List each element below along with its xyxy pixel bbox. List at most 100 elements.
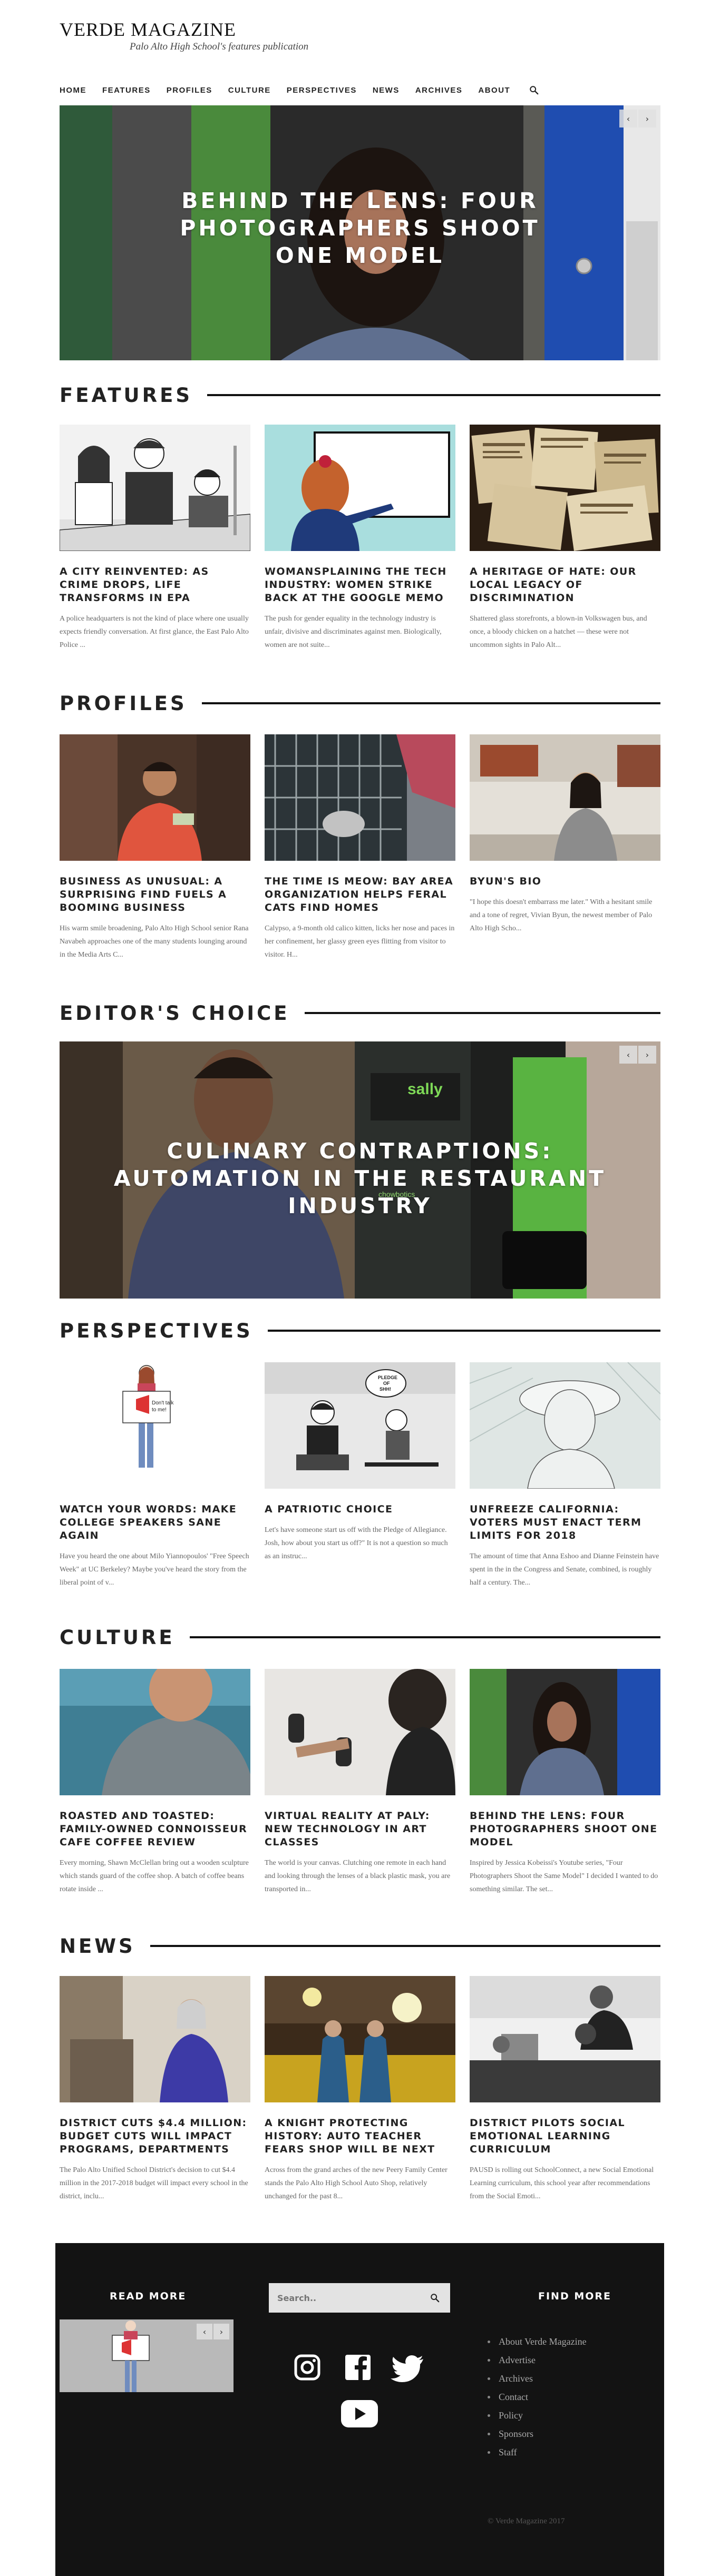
hero-caption[interactable]: BEHIND THE LENS: FOUR PHOTOGRAPHERS SHOO…: [60, 187, 660, 269]
editors-choice-caption[interactable]: CULINARY CONTRAPTIONS: AUTOMATION IN THE…: [60, 1137, 660, 1220]
article-excerpt: "I hope this doesn't embarrass me later.…: [470, 898, 653, 932]
nav-culture[interactable]: CULTURE: [228, 86, 271, 95]
editors-choice-slider[interactable]: sally chowbotics ‹ › CULINARY CONTRAPTIO…: [60, 1041, 660, 1299]
nav-about[interactable]: ABOUT: [478, 86, 510, 95]
nav-perspectives[interactable]: PERSPECTIVES: [287, 86, 357, 95]
nav-news[interactable]: NEWS: [373, 86, 400, 95]
article-title[interactable]: DISTRICT CUTS $4.4 MILLION: BUDGET CUTS …: [60, 2117, 250, 2156]
article-card[interactable]: BUSINESS AS UNUSUAL: A SURPRISING FIND F…: [60, 734, 250, 961]
footer-links: About Verde Magazine Advertise Archives …: [488, 2333, 587, 2462]
article-title[interactable]: BYUN'S BIO: [470, 875, 660, 888]
article-thumbnail[interactable]: Don't talk to me!: [60, 1362, 250, 1489]
search-icon[interactable]: [529, 85, 539, 95]
hero-slider[interactable]: ‹ › BEHIND THE LENS: FOUR PHOTOGRAPHERS …: [60, 105, 660, 360]
footer-link-policy[interactable]: Policy: [488, 2406, 587, 2425]
section-divider: [189, 1636, 660, 1638]
features-cards: A CITY REINVENTED: AS CRIME DROPS, LIFE …: [59, 425, 660, 652]
article-thumbnail[interactable]: PLEDGE OF SHH!: [265, 1362, 455, 1489]
nav-profiles[interactable]: PROFILES: [167, 86, 212, 95]
article-thumbnail[interactable]: [265, 1669, 455, 1795]
article-card[interactable]: BYUN'S BIO "I hope this doesn't embarras…: [470, 734, 660, 961]
article-card[interactable]: DISTRICT CUTS $4.4 MILLION: BUDGET CUTS …: [60, 1976, 250, 2203]
article-card[interactable]: UNFREEZE CALIFORNIA: VOTERS MUST ENACT T…: [469, 1362, 661, 1589]
instagram-icon[interactable]: [293, 2353, 322, 2382]
article-title[interactable]: DISTRICT PILOTS SOCIAL EMOTIONAL LEARNIN…: [470, 2117, 660, 2156]
read-more-slider[interactable]: ‹ ›: [60, 2319, 233, 2392]
section-title[interactable]: PERSPECTIVES: [60, 1320, 253, 1342]
nav-features[interactable]: FEATURES: [102, 86, 151, 95]
article-card[interactable]: PLEDGE OF SHH! A PATRIOTIC CHOICE Let's …: [265, 1362, 455, 1589]
nav-archives[interactable]: ARCHIVES: [415, 86, 463, 95]
article-thumbnail[interactable]: [265, 425, 455, 551]
nav-home[interactable]: HOME: [60, 86, 86, 95]
article-excerpt: PAUSD is rolling out SchoolConnect, a ne…: [470, 2166, 654, 2200]
article-thumbnail[interactable]: [60, 1976, 250, 2102]
article-title[interactable]: A PATRIOTIC CHOICE: [265, 1503, 455, 1516]
article-title[interactable]: BUSINESS AS UNUSUAL: A SURPRISING FIND F…: [60, 875, 250, 915]
article-thumbnail[interactable]: [265, 734, 455, 861]
article-card[interactable]: WOMANSPLAINING THE TECH INDUSTRY: WOMEN …: [265, 425, 455, 652]
article-card[interactable]: DISTRICT PILOTS SOCIAL EMOTIONAL LEARNIN…: [470, 1976, 660, 2203]
article-thumbnail[interactable]: [59, 425, 251, 552]
footer-link-advertise[interactable]: Advertise: [488, 2351, 587, 2369]
section-title[interactable]: FEATURES: [60, 384, 192, 407]
article-excerpt: Inspired by Jessica Kobeissi's Youtube s…: [470, 1859, 658, 1893]
article-excerpt: A police headquarters is not the kind of…: [60, 615, 249, 649]
article-card[interactable]: BEHIND THE LENS: FOUR PHOTOGRAPHERS SHOO…: [470, 1669, 660, 1896]
facebook-icon[interactable]: [343, 2353, 373, 2382]
article-card[interactable]: Don't talk to me! WATCH YOUR WORDS: MAKE…: [60, 1362, 250, 1589]
section-title[interactable]: CULTURE: [60, 1626, 175, 1649]
footer-search-input[interactable]: [277, 2293, 430, 2303]
article-thumbnail[interactable]: [265, 1976, 455, 2102]
search-icon[interactable]: [430, 2293, 440, 2303]
section-divider: [304, 1012, 660, 1014]
article-title[interactable]: A HERITAGE OF HATE: OUR LOCAL LEGACY OF …: [470, 565, 660, 605]
site-logo[interactable]: VERDE MAGAZINE: [60, 19, 308, 40]
article-thumbnail[interactable]: [470, 1976, 660, 2102]
article-card[interactable]: VIRTUAL REALITY AT PALY: NEW TECHNOLOGY …: [265, 1669, 455, 1896]
article-title[interactable]: WOMANSPLAINING THE TECH INDUSTRY: WOMEN …: [265, 565, 455, 605]
footer-link-archives[interactable]: Archives: [488, 2369, 587, 2388]
main-nav: HOME FEATURES PROFILES CULTURE PERSPECTI…: [60, 82, 660, 98]
article-thumbnail[interactable]: [470, 425, 660, 551]
article-title[interactable]: BEHIND THE LENS: FOUR PHOTOGRAPHERS SHOO…: [470, 1810, 660, 1849]
section-title[interactable]: NEWS: [60, 1935, 135, 1958]
twitter-icon[interactable]: [391, 2354, 424, 2383]
editors-choice-sign: sally: [407, 1080, 443, 1098]
article-title[interactable]: VIRTUAL REALITY AT PALY: NEW TECHNOLOGY …: [265, 1810, 455, 1849]
article-card[interactable]: A KNIGHT PROTECTING HISTORY: AUTO TEACHE…: [265, 1976, 455, 2203]
article-title[interactable]: THE TIME IS MEOW: BAY AREA ORGANIZATION …: [265, 875, 455, 915]
article-thumbnail[interactable]: [470, 1669, 660, 1795]
article-thumbnail[interactable]: [60, 734, 250, 861]
sign-text-line-2: to me!: [152, 1407, 167, 1413]
section-title[interactable]: EDITOR'S CHOICE: [60, 1002, 290, 1025]
slider-next-button[interactable]: ›: [638, 110, 656, 127]
article-thumbnail[interactable]: [470, 734, 660, 861]
article-card[interactable]: THE TIME IS MEOW: BAY AREA ORGANIZATION …: [265, 734, 455, 961]
section-title[interactable]: PROFILES: [60, 692, 187, 715]
article-card[interactable]: A HERITAGE OF HATE: OUR LOCAL LEGACY OF …: [470, 425, 660, 652]
copyright: © Verde Magazine 2017: [488, 2517, 565, 2525]
article-title[interactable]: WATCH YOUR WORDS: MAKE COLLEGE SPEAKERS …: [60, 1503, 250, 1542]
slider-prev-button[interactable]: ‹: [197, 2324, 212, 2339]
article-title[interactable]: A CITY REINVENTED: AS CRIME DROPS, LIFE …: [60, 565, 250, 605]
footer-link-contact[interactable]: Contact: [488, 2388, 587, 2406]
footer-link-staff[interactable]: Staff: [488, 2443, 587, 2462]
slider-next-button[interactable]: ›: [638, 1046, 656, 1064]
article-excerpt: Across from the grand arches of the new …: [265, 2166, 447, 2200]
article-thumbnail[interactable]: [469, 1362, 661, 1489]
article-title[interactable]: ROASTED AND TOASTED: FAMILY-OWNED CONNOI…: [60, 1810, 250, 1849]
article-title[interactable]: UNFREEZE CALIFORNIA: VOTERS MUST ENACT T…: [470, 1503, 660, 1542]
article-card[interactable]: ROASTED AND TOASTED: FAMILY-OWNED CONNOI…: [60, 1658, 250, 1896]
article-title[interactable]: A KNIGHT PROTECTING HISTORY: AUTO TEACHE…: [265, 2117, 455, 2156]
footer-link-sponsors[interactable]: Sponsors: [488, 2425, 587, 2443]
slider-prev-button[interactable]: ‹: [619, 1046, 637, 1064]
youtube-icon[interactable]: [341, 2400, 378, 2427]
slider-prev-button[interactable]: ‹: [619, 110, 637, 127]
culture-cards: ROASTED AND TOASTED: FAMILY-OWNED CONNOI…: [60, 1658, 660, 1896]
slider-next-button[interactable]: ›: [213, 2324, 229, 2339]
footer-link-about[interactable]: About Verde Magazine: [488, 2333, 587, 2351]
article-card[interactable]: A CITY REINVENTED: AS CRIME DROPS, LIFE …: [59, 425, 251, 652]
article-thumbnail[interactable]: [60, 1658, 250, 1795]
section-divider: [267, 1330, 660, 1332]
